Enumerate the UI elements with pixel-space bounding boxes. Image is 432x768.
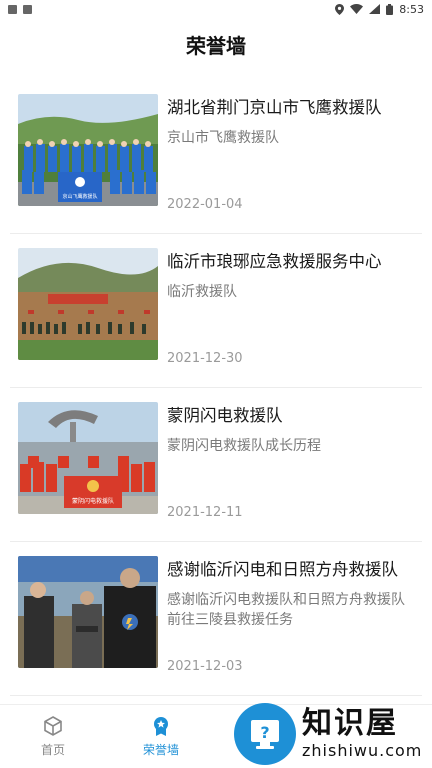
watermark-text-cn: 知识屋	[302, 706, 398, 741]
item-title: 感谢临沂闪电和日照方舟救援队	[167, 560, 398, 579]
item-date: 2021-12-03	[167, 659, 243, 674]
item-title: 临沂市琅琊应急救援服务中心	[167, 252, 382, 271]
list-item[interactable]: 京山飞鹰救援队 湖北省荆门京山市飞鹰救援队 京山市飞鹰救援队 2022-01-0…	[10, 80, 422, 234]
item-date: 2022-01-04	[167, 197, 243, 212]
item-banner-text: 京山飞鹰救援队	[62, 193, 97, 200]
status-time: 8:53	[399, 2, 424, 16]
wifi-icon	[350, 4, 364, 14]
list-item[interactable]: 感谢临沂闪电和日照方舟救援队 感谢临沂闪电救援队和日照方舟救援队前往三陵县救援任…	[10, 542, 422, 696]
notification-a-icon	[23, 4, 32, 14]
tab-home-label: 首页	[40, 743, 65, 757]
watermark-badge-text: ?	[260, 723, 269, 742]
cube-icon	[44, 716, 62, 736]
item-thumbnail: 京山飞鹰救援队	[18, 94, 158, 206]
item-banner-text: 蒙阴闪电救援队	[72, 497, 114, 505]
item-date: 2021-12-11	[167, 505, 243, 520]
honor-list: 京山飞鹰救援队 湖北省荆门京山市飞鹰救援队 京山市飞鹰救援队 2022-01-0…	[0, 80, 432, 696]
item-thumbnail	[18, 556, 158, 668]
battery-icon	[386, 3, 394, 15]
tab-honor-wall[interactable]: 荣誉墙	[116, 715, 206, 758]
item-title: 蒙阴闪电救援队	[167, 406, 283, 425]
item-date: 2021-12-30	[167, 351, 243, 366]
page-title: 荣誉墙	[186, 34, 246, 58]
signal-icon	[369, 4, 381, 14]
monitor-icon: ?	[251, 720, 279, 749]
medal-icon	[154, 717, 168, 736]
list-item[interactable]: 临沂市琅琊应急救援服务中心 临沂救援队 2021-12-30	[10, 234, 422, 388]
item-subtitle: 感谢临沂闪电救援队和日照方舟救援队前往三陵县救援任务	[167, 592, 405, 628]
item-subtitle: 京山市飞鹰救援队	[167, 130, 279, 146]
item-title: 湖北省荆门京山市飞鹰救援队	[167, 98, 382, 117]
list-item[interactable]: 蒙阴闪电救援队 蒙阴闪电救援队 蒙阴闪电救援队成长历程 2021-12-11	[10, 388, 422, 542]
honor-wall-screen: 8:53 荣誉墙 京山飞鹰救援队 湖北省荆门京山市飞鹰救援队 京山市飞鹰救援队 …	[0, 0, 432, 768]
notification-icon	[8, 4, 17, 14]
item-thumbnail	[18, 248, 158, 360]
tab-home[interactable]: 首页	[8, 715, 98, 758]
watermark-logo: ? 知识屋 zhishiwu.com	[234, 700, 432, 768]
item-subtitle: 临沂救援队	[167, 284, 237, 300]
location-icon	[335, 3, 345, 15]
item-thumbnail: 蒙阴闪电救援队	[18, 402, 158, 514]
watermark-text-en: zhishiwu.com	[302, 741, 423, 760]
item-subtitle: 蒙阴闪电救援队成长历程	[167, 438, 321, 454]
tab-honor-wall-label: 荣誉墙	[142, 743, 179, 757]
status-bar: 8:53	[0, 0, 432, 18]
watermark-badge: ?	[234, 703, 296, 765]
